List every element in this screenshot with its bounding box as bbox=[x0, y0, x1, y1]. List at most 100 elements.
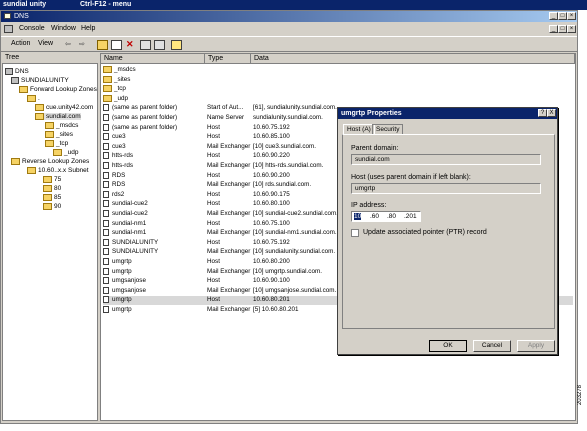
column-header-name[interactable]: Name bbox=[101, 54, 205, 64]
child-restore-button[interactable]: □ bbox=[558, 25, 567, 33]
cell-data: [10] cue3.sundial.com. bbox=[253, 142, 317, 150]
ip-address-input[interactable]: 10 .60 .80 .201 bbox=[351, 211, 421, 222]
outer-title-left: sundial unity bbox=[3, 1, 47, 8]
folder-icon bbox=[103, 75, 112, 83]
child-minimize-button[interactable]: _ bbox=[549, 25, 558, 33]
tree-panel[interactable]: DNS SUNDIALUNITY Forward Lookup Zones . … bbox=[2, 63, 98, 421]
dialog-help-button[interactable]: ? bbox=[538, 109, 547, 117]
parent-domain-label: Parent domain: bbox=[351, 145, 399, 152]
cell-name: htts-rds bbox=[103, 162, 133, 169]
menu-help[interactable]: Help bbox=[81, 25, 95, 32]
tab-security[interactable]: Security bbox=[372, 124, 404, 134]
tree-node-90[interactable]: 90 bbox=[43, 203, 61, 210]
console-menu-icon[interactable] bbox=[4, 25, 13, 33]
up-folder-icon[interactable] bbox=[97, 40, 108, 50]
tree-node-75[interactable]: 75 bbox=[43, 176, 61, 183]
menu-view[interactable]: View bbox=[38, 40, 53, 47]
ip-octet-4[interactable]: .201 bbox=[404, 213, 417, 220]
minimize-button[interactable]: _ bbox=[549, 12, 558, 20]
tree-node-sites[interactable]: _sites bbox=[45, 131, 73, 138]
child-close-button[interactable]: × bbox=[567, 25, 576, 33]
tree-node-root-zone[interactable]: . bbox=[27, 95, 40, 102]
cell-name: _udp bbox=[103, 94, 128, 102]
forward-arrow-icon[interactable]: ⇨ bbox=[79, 40, 90, 50]
tree-node-msdcs[interactable]: _msdcs bbox=[45, 122, 78, 129]
cell-name: (same as parent folder) bbox=[103, 114, 177, 121]
tree-node-cue-unity42[interactable]: cue.unity42.com bbox=[35, 104, 93, 111]
record-icon bbox=[103, 142, 109, 150]
cell-data: 10.60.90.220 bbox=[253, 152, 290, 160]
record-icon bbox=[103, 277, 109, 285]
cell-name: umgrtp bbox=[103, 296, 132, 304]
properties-icon[interactable] bbox=[140, 40, 151, 50]
apply-button[interactable]: Apply bbox=[517, 340, 555, 352]
cell-name-text: umgsanjose bbox=[112, 286, 146, 294]
record-icon bbox=[103, 181, 109, 189]
tree-node-tcp[interactable]: _tcp bbox=[45, 140, 68, 147]
maximize-button[interactable]: □ bbox=[558, 12, 567, 20]
ip-octet-1[interactable]: 10 bbox=[354, 213, 362, 220]
cell-name: umgrtp bbox=[103, 306, 132, 313]
ptr-checkbox[interactable] bbox=[351, 229, 359, 237]
folder-icon bbox=[27, 167, 36, 174]
record-icon bbox=[103, 248, 109, 256]
cell-name-text: htts-rds bbox=[112, 152, 133, 160]
tree-node-80[interactable]: 80 bbox=[43, 185, 61, 192]
cell-name-text: sundial-nm1 bbox=[112, 229, 147, 237]
table-row[interactable]: _udp bbox=[103, 94, 573, 104]
tab-host-a[interactable]: Host (A) bbox=[343, 124, 375, 134]
tree-tab[interactable]: Tree bbox=[2, 53, 98, 63]
ip-octet-3[interactable]: .80 bbox=[387, 213, 396, 220]
folder-icon bbox=[45, 131, 54, 138]
cell-name-text: sundial-cue2 bbox=[112, 200, 148, 208]
cell-type: Host bbox=[207, 238, 220, 246]
folder-icon bbox=[53, 149, 62, 156]
cell-name-text: umgrtp bbox=[112, 258, 132, 266]
tree-node-label: _tcp bbox=[56, 140, 69, 148]
back-arrow-icon[interactable]: ⇦ bbox=[65, 40, 76, 50]
dialog-tab-body: Parent domain: sundial.com Host (uses pa… bbox=[342, 134, 555, 329]
tree-node-dns[interactable]: DNS bbox=[5, 68, 29, 75]
table-row[interactable]: _sites bbox=[103, 75, 573, 85]
cell-data: 10.60.75.192 bbox=[253, 123, 290, 131]
folder-icon bbox=[43, 185, 52, 192]
menu-bar: Console Window Help bbox=[1, 23, 577, 35]
tree-node-server[interactable]: SUNDIALUNITY bbox=[11, 77, 69, 84]
table-row[interactable]: _tcp bbox=[103, 85, 573, 94]
tree-node-forward-zones[interactable]: Forward Lookup Zones bbox=[19, 86, 97, 93]
folder-icon bbox=[11, 158, 20, 165]
record-icon bbox=[103, 286, 109, 294]
close-button[interactable]: × bbox=[567, 12, 576, 20]
tree-node-sundial-com[interactable]: sundial.com bbox=[35, 113, 81, 121]
table-row[interactable]: _msdcs bbox=[103, 66, 573, 75]
cell-name-text: umgrtp bbox=[112, 267, 132, 275]
export-list-icon[interactable] bbox=[171, 40, 182, 50]
refresh-icon[interactable] bbox=[154, 40, 165, 50]
column-header-data[interactable]: Data bbox=[251, 54, 575, 64]
tree-node-label: _udp bbox=[64, 149, 79, 157]
tree-node-reverse-zones[interactable]: Reverse Lookup Zones bbox=[11, 158, 89, 165]
dialog-title-bar: umgrtp Properties bbox=[338, 108, 557, 119]
cancel-button[interactable]: Cancel bbox=[473, 340, 511, 352]
tree-node-label: . bbox=[38, 95, 40, 103]
cell-type: Host bbox=[207, 152, 220, 160]
cell-name: _sites bbox=[103, 75, 130, 83]
ok-button[interactable]: OK bbox=[429, 340, 467, 352]
server-icon bbox=[11, 77, 19, 84]
tree-node-udp[interactable]: _udp bbox=[53, 149, 78, 156]
dialog-title: umgrtp Properties bbox=[341, 110, 402, 117]
ip-octet-2[interactable]: .60 bbox=[370, 213, 379, 220]
cell-name-text: htts-rds bbox=[112, 162, 133, 170]
cell-data: [61], sundialunity.sundial.com. bbox=[253, 104, 337, 112]
delete-icon[interactable]: ✕ bbox=[126, 40, 137, 50]
menu-window[interactable]: Window bbox=[51, 25, 76, 32]
cell-type: Mail Exchanger bbox=[207, 142, 251, 150]
tree-node-85[interactable]: 85 bbox=[43, 194, 61, 201]
menu-console[interactable]: Console bbox=[19, 25, 45, 32]
menu-action[interactable]: Action bbox=[11, 40, 30, 47]
tree-node-subnet[interactable]: 10.60..x.x Subnet bbox=[27, 167, 89, 174]
cell-name-text: (same as parent folder) bbox=[112, 114, 178, 122]
show-tree-icon[interactable] bbox=[111, 40, 122, 50]
column-header-type[interactable]: Type bbox=[205, 54, 251, 64]
dialog-close-button[interactable]: X bbox=[547, 109, 556, 117]
